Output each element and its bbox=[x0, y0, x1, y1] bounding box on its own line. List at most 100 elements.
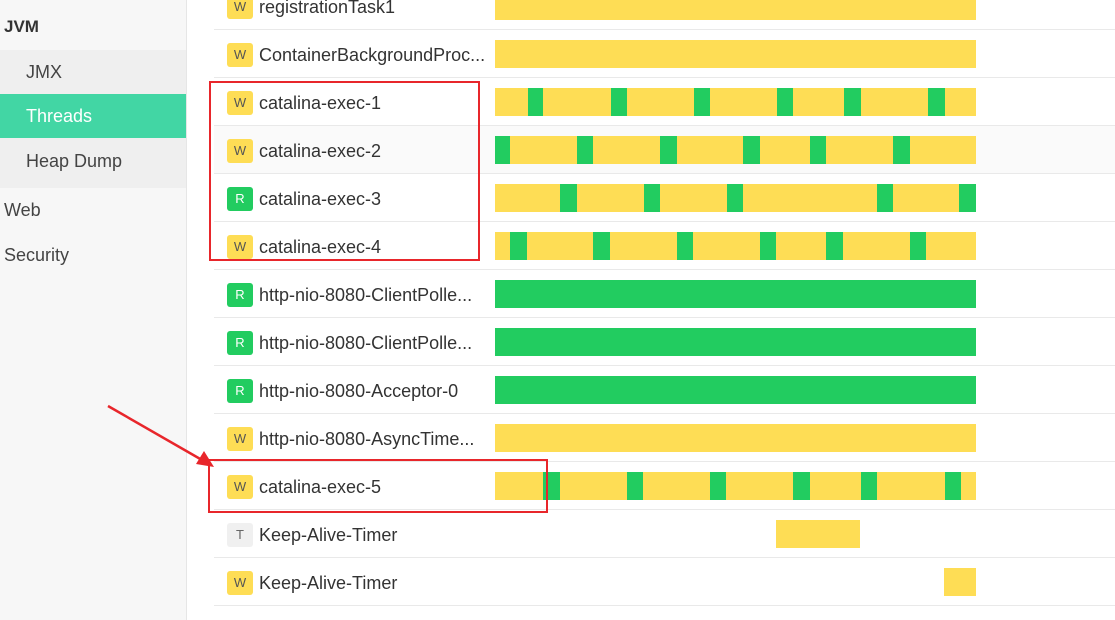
nav-group-jvm[interactable]: JVM bbox=[4, 14, 39, 40]
runnable-segment bbox=[909, 232, 926, 260]
runnable-segment bbox=[743, 136, 760, 164]
thread-state-badge: W bbox=[227, 235, 253, 259]
thread-row[interactable]: WregistrationTask1 bbox=[214, 0, 1115, 30]
thread-name: catalina-exec-4 bbox=[259, 237, 382, 257]
thread-name: http-nio-8080-ClientPolle... bbox=[259, 285, 473, 305]
thread-timeline bbox=[495, 88, 976, 116]
runnable-segment bbox=[876, 184, 894, 212]
thread-name: catalina-exec-1 bbox=[259, 93, 382, 113]
waiting-segment bbox=[925, 232, 976, 260]
thread-list: WregistrationTask1 W ContainerBackgroundPr… bbox=[214, 0, 1115, 620]
waiting-segment bbox=[710, 88, 778, 116]
runnable-segment bbox=[559, 184, 577, 212]
thread-row[interactable]: Wcatalina-exec-4 bbox=[214, 222, 1115, 270]
thread-timeline bbox=[495, 40, 976, 68]
runnable-segment bbox=[694, 88, 710, 116]
runnable-segment bbox=[826, 232, 843, 260]
runnable-segment bbox=[659, 136, 677, 164]
sidebar: JVM JMX Threads Heap Dump Web Security bbox=[0, 0, 187, 620]
waiting-segment bbox=[944, 88, 976, 116]
thread-row[interactable]: W Keep-Alive-Timer bbox=[214, 558, 1115, 606]
thread-name: ContainerBackgroundProc... bbox=[259, 45, 486, 65]
runnable-segment bbox=[793, 472, 811, 500]
thread-timeline bbox=[495, 472, 976, 500]
thread-name: http-nio-8080-ClientPolle... bbox=[259, 333, 473, 353]
thread-row[interactable]: Rhttp-nio-8080-ClientPolle... bbox=[214, 318, 1115, 366]
thread-state-badge: W bbox=[227, 91, 253, 115]
thread-row[interactable]: Wcatalina-exec-1 bbox=[214, 78, 1115, 126]
waiting-segment bbox=[559, 472, 627, 500]
waiting-segment bbox=[609, 232, 677, 260]
waiting-segment bbox=[495, 0, 976, 20]
runnable-segment bbox=[860, 472, 878, 500]
thread-name: catalina-exec-2 bbox=[259, 141, 382, 161]
thread-name: registrationTask1 bbox=[259, 0, 396, 17]
thread-timeline bbox=[495, 520, 976, 548]
thread-row[interactable]: Rhttp-nio-8080-ClientPolle... bbox=[214, 270, 1115, 318]
nav-item-web[interactable]: Web bbox=[0, 188, 186, 232]
waiting-segment bbox=[509, 136, 578, 164]
waiting-segment bbox=[759, 136, 811, 164]
runnable-segment bbox=[777, 88, 794, 116]
thread-state-badge: R bbox=[227, 379, 253, 403]
waiting-segment bbox=[910, 136, 976, 164]
waiting-segment bbox=[495, 184, 560, 212]
waiting-segment bbox=[943, 568, 976, 596]
waiting-segment bbox=[793, 88, 845, 116]
runnable-segment bbox=[495, 376, 976, 404]
runnable-segment bbox=[593, 232, 610, 260]
thread-timeline bbox=[495, 136, 976, 164]
nav-item-threads[interactable]: Threads bbox=[0, 94, 186, 138]
nav-item-heap-dump[interactable]: Heap Dump bbox=[0, 139, 186, 183]
waiting-segment bbox=[726, 472, 794, 500]
runnable-segment bbox=[726, 184, 744, 212]
waiting-segment bbox=[860, 88, 928, 116]
waiting-segment bbox=[659, 184, 727, 212]
waiting-segment bbox=[776, 232, 827, 260]
runnable-segment bbox=[626, 472, 644, 500]
thread-row[interactable]: Wcatalina-exec-5 bbox=[214, 462, 1115, 510]
runnable-segment bbox=[810, 136, 826, 164]
waiting-segment bbox=[626, 88, 695, 116]
runnable-segment bbox=[644, 184, 660, 212]
thread-timeline bbox=[495, 328, 976, 356]
thread-row[interactable]: Rhttp-nio-8080-Acceptor-0 bbox=[214, 366, 1115, 414]
thread-name: catalina-exec-3 bbox=[259, 189, 382, 209]
thread-state-badge: W bbox=[227, 427, 253, 451]
thread-state-badge: W bbox=[227, 475, 253, 499]
waiting-segment bbox=[643, 472, 710, 500]
runnable-segment bbox=[759, 232, 777, 260]
thread-state-badge: W bbox=[227, 571, 253, 595]
thread-row[interactable]: T Keep-Alive-Timer bbox=[214, 510, 1115, 558]
runnable-segment bbox=[495, 280, 976, 308]
waiting-segment bbox=[893, 184, 960, 212]
waiting-segment bbox=[776, 520, 860, 548]
thread-state-badge: W bbox=[227, 43, 253, 67]
runnable-segment bbox=[527, 88, 544, 116]
waiting-segment bbox=[495, 232, 510, 260]
thread-name: Keep-Alive-Timer bbox=[259, 525, 398, 545]
waiting-segment bbox=[693, 232, 760, 260]
runnable-segment bbox=[509, 232, 528, 260]
thread-state-badge: R bbox=[227, 187, 253, 211]
thread-row[interactable]: Rcatalina-exec-3 bbox=[214, 174, 1115, 222]
runnable-segment bbox=[495, 136, 510, 164]
waiting-segment bbox=[543, 88, 611, 116]
thread-state-badge: T bbox=[227, 523, 253, 547]
thread-row[interactable]: Wcatalina-exec-2 bbox=[214, 126, 1115, 174]
thread-state-badge: W bbox=[227, 139, 253, 163]
nav-item-security[interactable]: Security bbox=[0, 233, 186, 277]
runnable-segment bbox=[676, 232, 694, 260]
thread-row[interactable]: Whttp-nio-8080-AsyncTime... bbox=[214, 414, 1115, 462]
waiting-segment bbox=[495, 40, 976, 68]
thread-name: http-nio-8080-AsyncTime... bbox=[259, 429, 475, 449]
waiting-segment bbox=[527, 232, 594, 260]
thread-row[interactable]: W ContainerBackgroundProc... bbox=[214, 30, 1115, 78]
nav-item-jmx[interactable]: JMX bbox=[0, 50, 186, 94]
thread-state-badge: R bbox=[227, 283, 253, 307]
waiting-segment bbox=[842, 232, 910, 260]
runnable-segment bbox=[710, 472, 727, 500]
runnable-segment bbox=[543, 472, 560, 500]
thread-state-badge: W bbox=[227, 0, 253, 19]
waiting-segment bbox=[593, 136, 660, 164]
